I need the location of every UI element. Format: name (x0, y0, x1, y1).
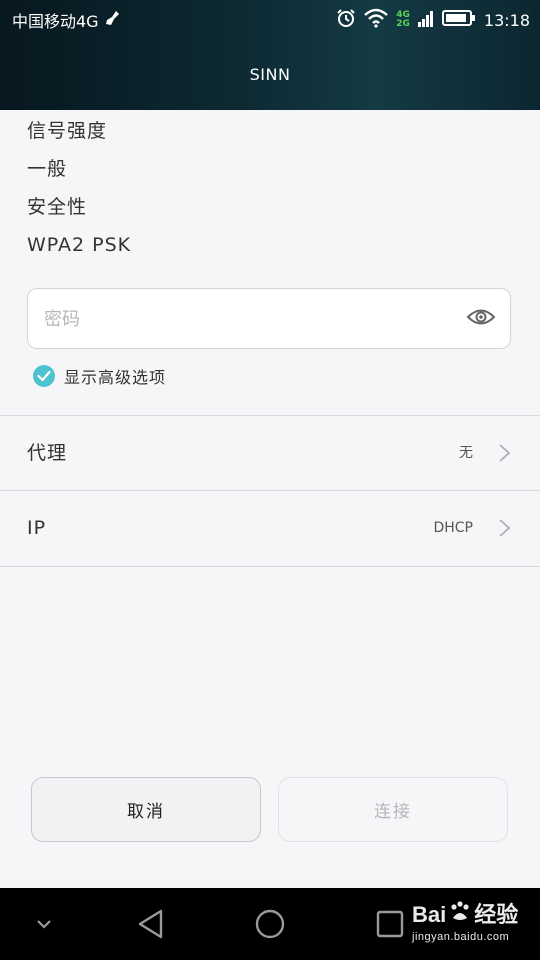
carrier-name: 中国移动4G (12, 12, 99, 31)
title-bar: SINN (0, 38, 540, 110)
signal-strength-label: 信号强度 (27, 120, 108, 142)
advanced-options-label: 显示高级选项 (64, 368, 167, 387)
ip-label: IP (27, 517, 47, 539)
watermark-brand: Bai (412, 902, 447, 927)
security-label: 安全性 (27, 196, 88, 218)
show-password-button[interactable] (466, 305, 496, 333)
ip-row[interactable]: IP DHCP (0, 491, 540, 565)
baidu-jingyan-watermark: Bai 经验 jingyan.baidu.com (412, 900, 518, 944)
broom-icon (105, 10, 121, 30)
battery-icon (441, 9, 476, 31)
status-bar: 中国移动4G 4G 2G 13:18 (0, 0, 540, 38)
network-type-bottom: 2G (396, 19, 410, 29)
network-title: SINN (249, 64, 291, 84)
wifi-connect-screen: 中国移动4G 4G 2G 13:18 SINN 信号强度 一般 安全性 WPA2… (0, 0, 540, 960)
cancel-button[interactable]: 取消 (31, 777, 261, 842)
password-field (27, 288, 511, 350)
watermark-url: jingyan.baidu.com (412, 931, 510, 943)
advanced-options-toggle[interactable]: 显示高级选项 (33, 364, 166, 388)
check-icon (37, 367, 51, 386)
ip-value: DHCP (433, 520, 473, 536)
signal-icon (417, 9, 434, 31)
status-time: 13:18 (483, 10, 530, 30)
divider (0, 566, 540, 567)
password-input[interactable] (42, 289, 446, 350)
proxy-value: 无 (459, 445, 473, 461)
status-carrier-group: 中国移动4G (12, 8, 121, 32)
chevron-right-icon (498, 518, 512, 538)
wifi-icon (364, 8, 389, 32)
proxy-row[interactable]: 代理 无 (0, 416, 540, 490)
security-value: WPA2 PSK (27, 234, 132, 256)
signal-strength-value: 一般 (27, 158, 68, 180)
network-type: 4G 2G (396, 11, 410, 29)
proxy-label: 代理 (27, 442, 68, 464)
recents-icon[interactable] (376, 910, 404, 942)
back-icon[interactable] (136, 908, 166, 944)
chevron-down-icon[interactable] (34, 916, 54, 935)
watermark-logo: Bai 经验 (412, 900, 518, 930)
paw-icon (448, 900, 472, 930)
watermark-brand-suffix: 经验 (474, 902, 519, 927)
status-icons-group: 4G 2G 13:18 (336, 8, 530, 32)
advanced-options-checkbox[interactable] (33, 365, 55, 387)
chevron-right-icon (498, 443, 512, 463)
alarm-icon (336, 8, 356, 32)
connect-button[interactable]: 连接 (278, 777, 508, 842)
header: 中国移动4G 4G 2G 13:18 SINN (0, 0, 540, 110)
network-info: 信号强度 一般 安全性 WPA2 PSK (27, 112, 507, 264)
home-icon[interactable] (254, 908, 286, 944)
eye-icon (466, 306, 496, 332)
